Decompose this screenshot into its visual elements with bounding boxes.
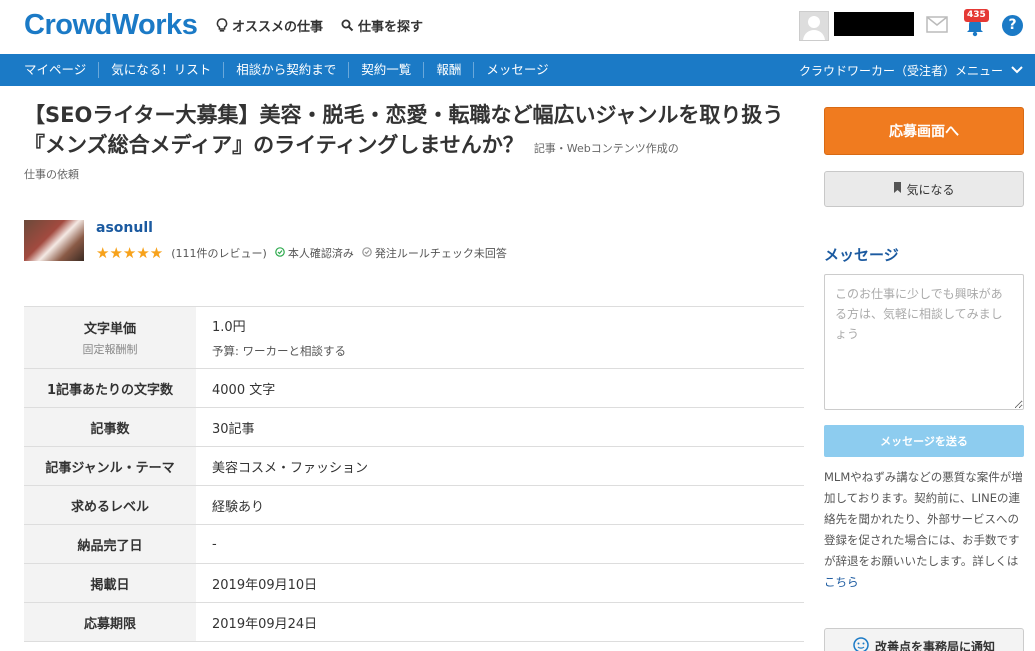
top-nav: オススメの仕事 仕事を探す xyxy=(216,16,423,35)
navbar-item-mypage[interactable]: マイページ xyxy=(12,62,100,78)
send-message-button[interactable]: メッセージを送る xyxy=(824,425,1024,457)
rating-stars: ★★★★★ xyxy=(96,244,164,262)
nav-recommended[interactable]: オススメの仕事 xyxy=(216,16,323,35)
table-row: 求めるレベル 経験あり xyxy=(24,486,804,525)
navbar-links: マイページ 気になる！リスト 相談から契約まで 契約一覧 報酬 メッセージ xyxy=(12,54,561,86)
check-circle-gray-icon xyxy=(362,246,372,260)
report-button[interactable]: 改善点を事務局に通知 xyxy=(824,628,1024,651)
row-value-sub: 予算: ワーカーと相談する xyxy=(212,344,347,358)
row-header: 求めるレベル xyxy=(24,486,196,524)
bookmark-icon xyxy=(893,182,902,196)
fraud-notice: MLMやねずみ講などの悪質な案件が増加しております。契約前に、LINEの連絡先を… xyxy=(824,467,1024,593)
row-header-sub: 固定報酬制 xyxy=(82,343,138,356)
fraud-notice-text: MLMやねずみ講などの悪質な案件が増加しております。契約前に、LINEの連絡先を… xyxy=(824,470,1023,568)
navbar-item-favorites[interactable]: 気になる！リスト xyxy=(99,62,225,78)
job-title: 【SEOライター大募集】美容・脱毛・恋愛・転職など幅広いジャンルを取り扱う『メン… xyxy=(24,100,804,164)
fraud-notice-link[interactable]: こちら xyxy=(824,575,859,589)
row-value: - xyxy=(212,536,217,552)
table-row: 納品完了日 - xyxy=(24,525,804,564)
job-category-suffix: 仕事の依頼 xyxy=(24,168,79,181)
search-icon xyxy=(341,19,354,32)
nav-recommended-label: オススメの仕事 xyxy=(232,20,324,35)
row-header: 文字単価 固定報酬制 xyxy=(24,307,196,368)
logo[interactable]: CrowdWorks xyxy=(24,9,198,42)
main-navbar: マイページ 気になる！リスト 相談から契約まで 契約一覧 報酬 メッセージ クラ… xyxy=(0,54,1035,86)
table-row: 記事数 30記事 xyxy=(24,408,804,447)
row-value: 1.0円 予算: ワーカーと相談する xyxy=(196,307,804,368)
chevron-down-icon xyxy=(1011,63,1023,77)
apply-button[interactable]: 応募画面へ xyxy=(824,107,1024,155)
navbar-item-consult[interactable]: 相談から契約まで xyxy=(224,62,350,78)
navbar-item-messages[interactable]: メッセージ xyxy=(474,62,560,78)
row-header-label: 文字単価 xyxy=(83,322,136,337)
row-value: 美容コスメ・ファッション xyxy=(212,460,369,476)
row-value: 2019年09月10日 xyxy=(212,577,318,593)
client-meta: ★★★★★ (111件のレビュー) 本人確認済み 発注ルールチェック未回答 xyxy=(96,244,507,262)
favorite-label: 気になる xyxy=(906,182,955,197)
table-row: 応募期限 2019年09月24日 xyxy=(24,603,804,642)
nav-search-jobs-label: 仕事を探す xyxy=(358,20,424,35)
row-header: 応募期限 xyxy=(24,603,196,641)
row-value-text: 1.0円 xyxy=(212,320,246,335)
nav-search-jobs[interactable]: 仕事を探す xyxy=(341,16,423,35)
message-heading: メッセージ xyxy=(824,246,899,264)
row-header: 納品完了日 xyxy=(24,525,196,563)
navbar-item-payments[interactable]: 報酬 xyxy=(424,62,475,78)
identity-verified: 本人確認済み xyxy=(275,245,354,261)
row-header: 記事数 xyxy=(24,408,196,446)
mail-icon[interactable] xyxy=(926,16,948,37)
row-value: 経験あり xyxy=(212,499,265,515)
worker-menu-label: クラウドワーカー（受注者）メニュー xyxy=(798,63,1003,78)
worker-menu[interactable]: クラウドワーカー（受注者）メニュー xyxy=(799,54,1023,86)
report-label: 改善点を事務局に通知 xyxy=(874,639,995,651)
rule-check-label: 発注ルールチェック未回答 xyxy=(374,247,507,260)
notification-badge: 435 xyxy=(964,9,989,22)
favorite-button[interactable]: 気になる xyxy=(824,171,1024,207)
client-avatar[interactable] xyxy=(24,220,84,261)
review-count[interactable]: (111件のレビュー) xyxy=(171,245,267,261)
check-circle-icon xyxy=(275,246,285,260)
rule-check-status: 発注ルールチェック未回答 xyxy=(362,245,507,261)
message-input[interactable] xyxy=(824,274,1024,410)
table-row: 1記事あたりの文字数 4000 文字 xyxy=(24,369,804,408)
navbar-item-contracts[interactable]: 契約一覧 xyxy=(349,62,425,78)
row-header: 記事ジャンル・テーマ xyxy=(24,447,196,485)
username-redacted[interactable] xyxy=(834,12,914,36)
avatar[interactable] xyxy=(799,11,829,41)
table-row: 文字単価 固定報酬制 1.0円 予算: ワーカーと相談する xyxy=(24,307,804,369)
job-details-table: 文字単価 固定報酬制 1.0円 予算: ワーカーと相談する 1記事あたりの文字数… xyxy=(24,306,804,642)
table-row: 掲載日 2019年09月10日 xyxy=(24,564,804,603)
row-header: 掲載日 xyxy=(24,564,196,602)
smiley-icon xyxy=(853,636,869,651)
row-value: 2019年09月24日 xyxy=(212,616,318,632)
lightbulb-icon xyxy=(216,18,228,33)
header: CrowdWorks オススメの仕事 仕事を探す 435 ? xyxy=(0,0,1035,54)
help-icon[interactable]: ? xyxy=(1002,15,1023,36)
table-row: 記事ジャンル・テーマ 美容コスメ・ファッション xyxy=(24,447,804,486)
row-value: 4000 文字 xyxy=(212,382,276,398)
client-name[interactable]: asonull xyxy=(96,220,153,236)
row-value: 30記事 xyxy=(212,421,255,437)
identity-verified-label: 本人確認済み xyxy=(287,247,354,260)
row-header: 1記事あたりの文字数 xyxy=(24,369,196,407)
job-category[interactable]: 記事・Webコンテンツ作成の xyxy=(534,142,679,155)
